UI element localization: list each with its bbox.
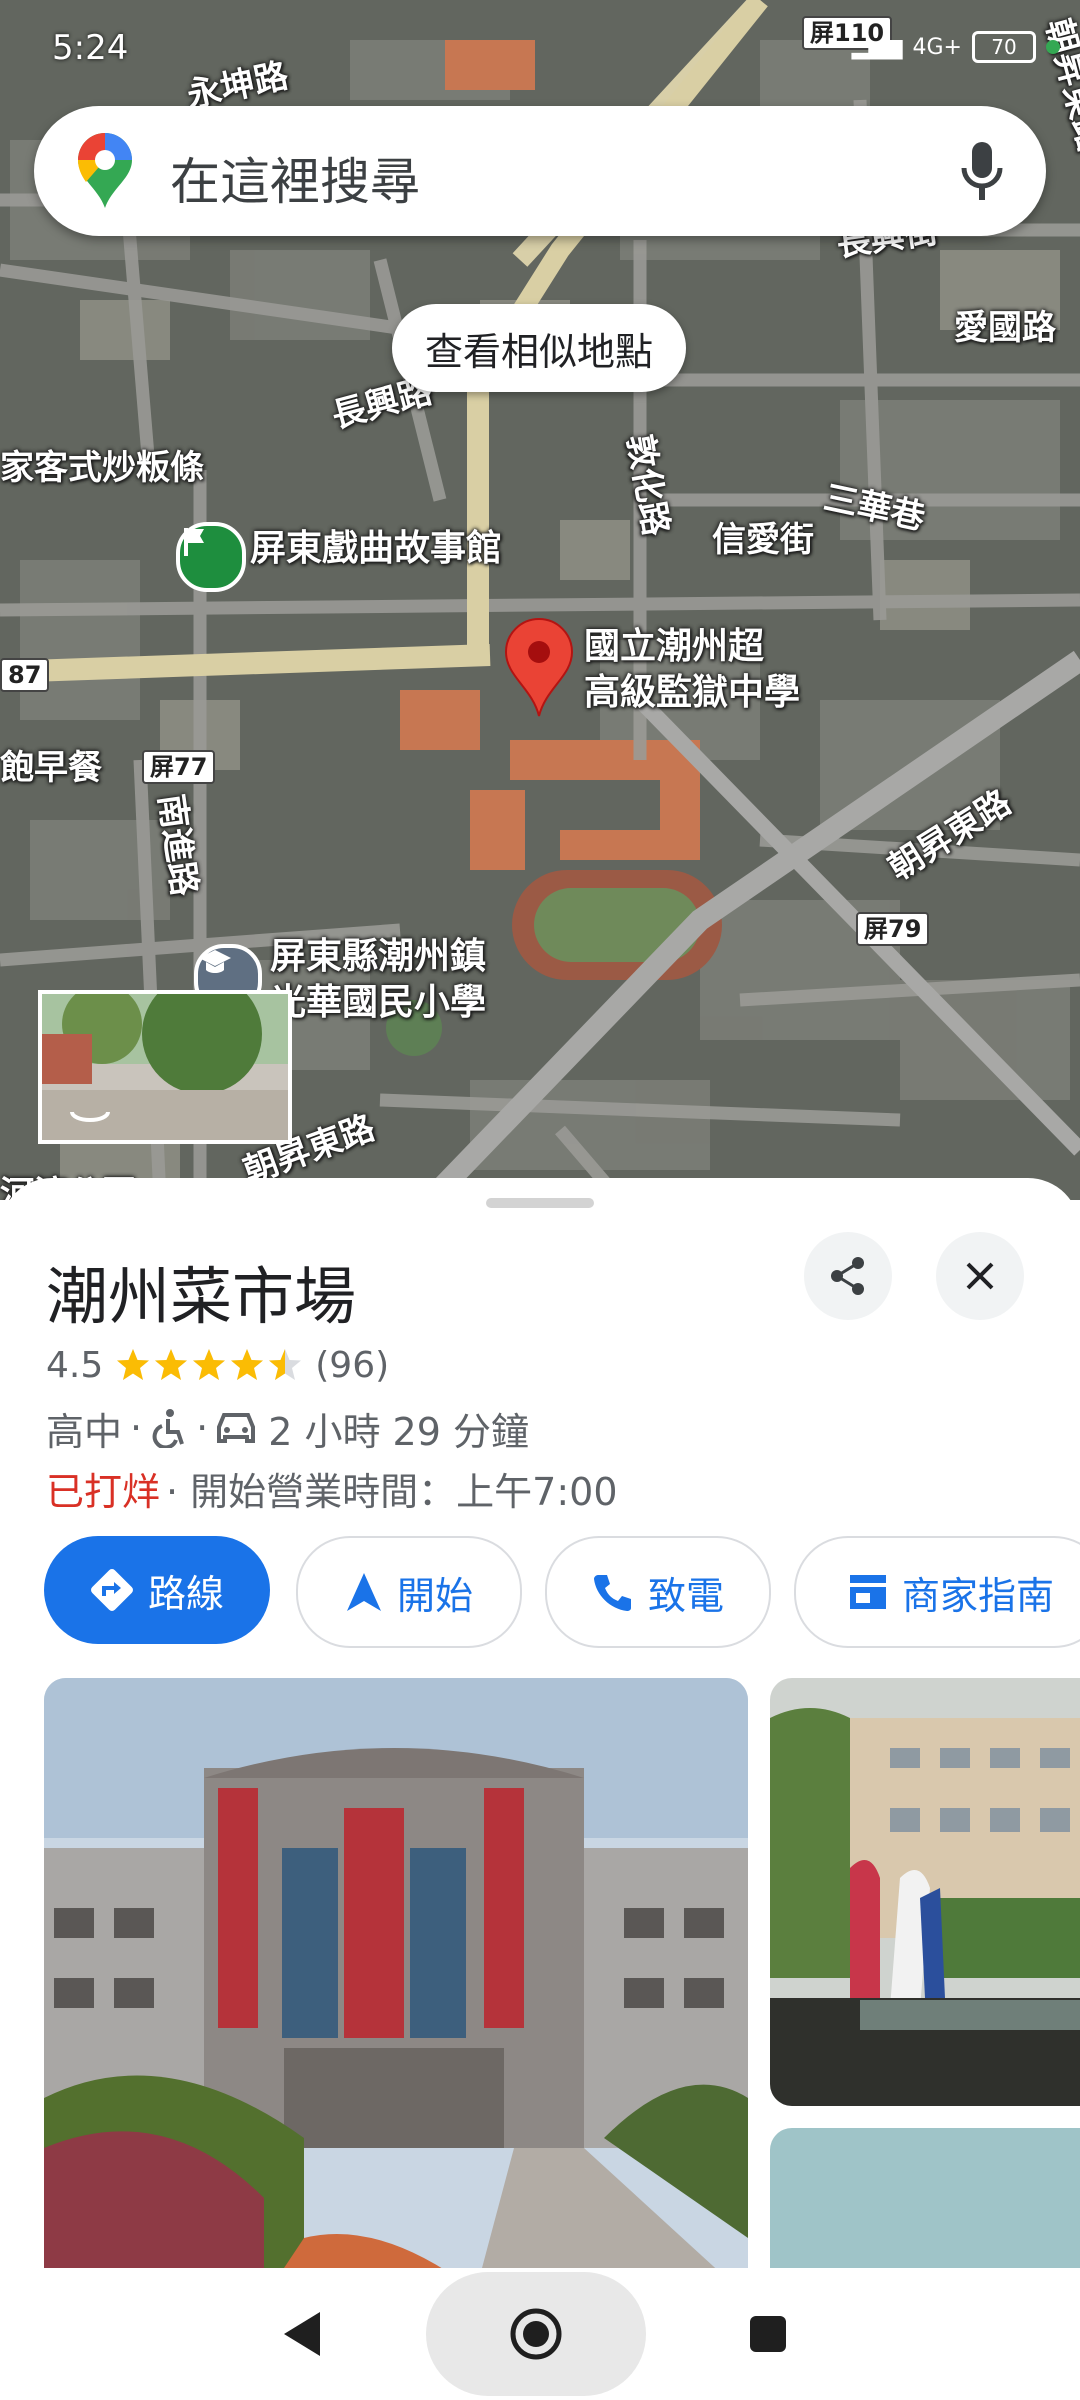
directions-button[interactable]: 路線 [44,1536,270,1644]
search-input[interactable]: 在這裡搜尋 [170,142,420,214]
network-type: 4G+ [912,34,962,60]
guide-label: 商家指南 [901,1573,1054,1618]
storefront-icon [849,1575,886,1609]
recents-icon[interactable] [748,2314,788,2354]
poi-label-elementary-school[interactable]: 屏東縣潮州鎮 光華國民小學 [270,934,486,1026]
rating-row[interactable]: 4.5 (96) [46,1340,389,1390]
separator: · [130,1406,143,1450]
poi-label-breakfast: 飽早餐 [0,748,102,788]
directions-label: 路線 [147,1571,224,1616]
start-navigation-button[interactable]: 開始 [296,1536,522,1648]
place-photo-secondary[interactable] [770,1678,1080,2106]
poi-label-prison-school[interactable]: 國立潮州超 高級監獄中學 [584,624,800,716]
close-button[interactable] [936,1232,1024,1320]
drive-time: 2 小時 29 分鐘 [268,1409,529,1454]
separator: · [196,1406,209,1450]
open-status: 已打烊 [46,1469,161,1514]
share-icon [831,1257,864,1295]
flag-icon[interactable] [176,522,246,592]
poi-label-opera-museum[interactable]: 屏東戲曲故事館 [250,526,502,572]
place-title: 潮州菜市場 [46,1260,357,1333]
close-icon [966,1262,994,1290]
star-icon [269,1349,302,1380]
car-icon [217,1413,256,1443]
call-label: 致電 [647,1573,724,1618]
start-label: 開始 [396,1573,473,1618]
directions-icon [91,1569,133,1611]
back-icon[interactable] [280,2310,324,2358]
star-icon [231,1349,264,1380]
battery-level: 70 [991,35,1017,59]
route-shield-87: 87 [0,658,50,692]
review-count[interactable]: (96) [315,1345,389,1386]
similar-places-chip[interactable]: 查看相似地點 [392,304,686,392]
poi-label-fried-noodle: 家客式炒粄條 [0,448,204,488]
street-view-thumbnail[interactable] [38,990,292,1144]
wheelchair-icon [152,1409,185,1448]
status-bar: 5:24 ▂▄▆ 4G+ 70 [0,0,1080,100]
opening-time: · 開始營業時間：上午7:00 [166,1469,618,1514]
place-category: 高中 [46,1409,123,1454]
share-button[interactable] [804,1232,892,1320]
place-photo-main[interactable] [44,1678,748,2298]
road-label-xinai: 信愛街 [712,520,814,560]
navigation-arrow-icon [346,1573,381,1611]
selected-place-pin-icon[interactable] [502,618,576,718]
phone-icon [593,1575,631,1611]
drag-handle[interactable] [486,1198,594,1208]
business-guide-button[interactable]: 商家指南 [794,1536,1080,1648]
mic-icon[interactable] [958,140,1006,202]
status-time: 5:24 [52,28,129,68]
call-button[interactable]: 致電 [545,1536,771,1648]
home-button[interactable] [426,2272,646,2396]
star-rating [115,1347,305,1383]
rating-value: 4.5 [46,1344,104,1386]
route-shield-ping77: 屏77 [142,750,216,784]
star-icon [193,1349,226,1380]
battery-icon: 70 [972,31,1036,63]
road-label-aiguo: 愛國路 [954,308,1056,348]
privacy-dot-icon [1046,40,1060,54]
star-icon [117,1349,150,1380]
system-navigation-bar [0,2268,1080,2400]
search-bar[interactable]: 在這裡搜尋 [34,106,1046,236]
signal-icon: ▂▄▆ [851,34,903,60]
place-details-sheet[interactable]: 潮州菜市場 4.5 (96) 高中 · · 2 小時 29 分鐘 已打烊 · 開… [0,1178,1080,2400]
status-icons: ▂▄▆ 4G+ 70 [852,22,1060,72]
route-shield-ping79: 屏79 [856,912,930,946]
info-row: 高中 · · 2 小時 29 分鐘 [46,1400,529,1456]
home-circle-icon [510,2308,562,2360]
hours-row[interactable]: 已打烊 · 開始營業時間：上午7:00 [46,1460,618,1516]
star-icon [155,1349,188,1380]
google-maps-logo-icon [78,133,132,208]
